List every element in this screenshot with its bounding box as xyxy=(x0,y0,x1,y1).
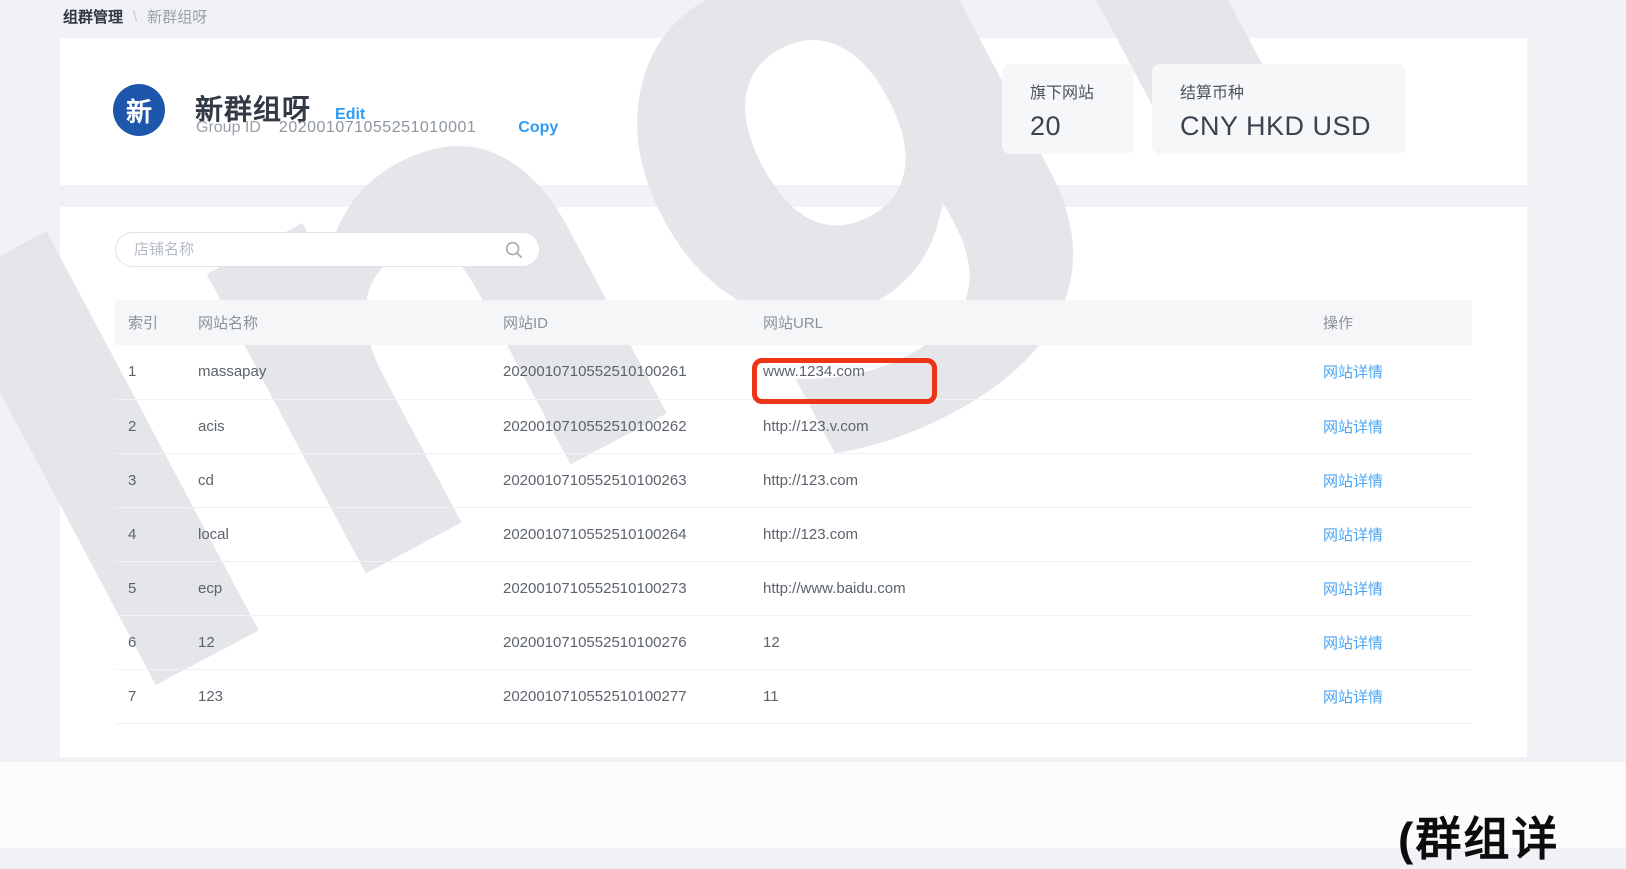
site-name-cell: ecp xyxy=(185,561,490,615)
site-url-cell: 12 xyxy=(750,615,1310,669)
breadcrumb: 组群管理 \ 新群组呀 xyxy=(63,6,207,27)
site-id-cell: 2020010710552510100263 xyxy=(490,453,750,507)
site-url-cell: www.1234.com xyxy=(750,345,1310,399)
site-name-cell: acis xyxy=(185,399,490,453)
stat-card-currencies: 结算币种 CNY HKD USD xyxy=(1152,64,1406,154)
group-avatar: 新 xyxy=(113,84,165,136)
table-row: 4local2020010710552510100264http://123.c… xyxy=(115,507,1472,561)
actions-cell: 网站详情 xyxy=(1310,669,1472,723)
stat-card-site-count: 旗下网站 20 xyxy=(1002,64,1134,154)
index-cell: 7 xyxy=(115,669,185,723)
col-header-actions: 操作 xyxy=(1310,300,1472,345)
site-detail-link[interactable]: 网站详情 xyxy=(1323,527,1383,544)
site-name-cell: 12 xyxy=(185,615,490,669)
group-id-value: 202001071055251010001 xyxy=(279,119,476,137)
table-row: 5ecp2020010710552510100273http://www.bai… xyxy=(115,561,1472,615)
actions-cell: 网站详情 xyxy=(1310,615,1472,669)
site-url-cell: http://123.com xyxy=(750,507,1310,561)
index-cell: 1 xyxy=(115,345,185,399)
site-id-cell: 2020010710552510100273 xyxy=(490,561,750,615)
site-name-cell: local xyxy=(185,507,490,561)
col-header-site-name: 网站名称 xyxy=(185,300,490,345)
stat-label: 结算币种 xyxy=(1180,79,1378,103)
site-id-cell: 2020010710552510100276 xyxy=(490,615,750,669)
site-name-cell: massapay xyxy=(185,345,490,399)
actions-cell: 网站详情 xyxy=(1310,345,1472,399)
col-header-site-id: 网站ID xyxy=(490,300,750,345)
site-id-cell: 2020010710552510100277 xyxy=(490,669,750,723)
table-row: 3cd2020010710552510100263http://123.com 网… xyxy=(115,453,1472,507)
stat-value: CNY HKD USD xyxy=(1180,111,1378,142)
actions-cell: 网站详情 xyxy=(1310,507,1472,561)
search-icon[interactable] xyxy=(503,239,525,261)
table-row: 7123202001071055251010027711 网站详情 xyxy=(115,669,1472,723)
site-id-cell: 2020010710552510100262 xyxy=(490,399,750,453)
index-cell: 3 xyxy=(115,453,185,507)
site-detail-link[interactable]: 网站详情 xyxy=(1323,473,1383,490)
breadcrumb-separator: \ xyxy=(133,8,137,25)
site-name-cell: 123 xyxy=(185,669,490,723)
table-row: 612202001071055251010027612网站详情 xyxy=(115,615,1472,669)
index-cell: 6 xyxy=(115,615,185,669)
site-name-cell: cd xyxy=(185,453,490,507)
site-detail-link[interactable]: 网站详情 xyxy=(1323,364,1383,381)
site-url-cell: 11 xyxy=(750,669,1310,723)
site-id-cell: 2020010710552510100264 xyxy=(490,507,750,561)
col-header-site-url: 网站URL xyxy=(750,300,1310,345)
site-detail-link[interactable]: 网站详情 xyxy=(1323,419,1383,436)
table-row: 1massapay2020010710552510100261www.1234.… xyxy=(115,345,1472,399)
site-url-cell: http://www.baidu.com xyxy=(750,561,1310,615)
site-detail-link[interactable]: 网站详情 xyxy=(1323,689,1383,706)
shop-name-search xyxy=(115,232,540,267)
actions-cell: 网站详情 xyxy=(1310,399,1472,453)
site-detail-link[interactable]: 网站详情 xyxy=(1323,581,1383,598)
breadcrumb-current: 新群组呀 xyxy=(147,6,207,27)
index-cell: 2 xyxy=(115,399,185,453)
table-header-row: 索引 网站名称 网站ID 网站URL 操作 xyxy=(115,300,1472,345)
site-url-cell: http://123.v.com xyxy=(750,399,1310,453)
group-id-label: Group ID xyxy=(196,119,261,137)
site-id-cell: 2020010710552510100261 xyxy=(490,345,750,399)
actions-cell: 网站详情 xyxy=(1310,453,1472,507)
site-table: 索引 网站名称 网站ID 网站URL 操作 1massapay202001071… xyxy=(115,300,1472,724)
stat-value: 20 xyxy=(1030,111,1106,142)
site-detail-link[interactable]: 网站详情 xyxy=(1323,635,1383,652)
col-header-index: 索引 xyxy=(115,300,185,345)
table-row: 2acis2020010710552510100262http://123.v.… xyxy=(115,399,1472,453)
copy-button[interactable]: Copy xyxy=(518,119,558,137)
breadcrumb-root[interactable]: 组群管理 xyxy=(63,6,123,27)
actions-cell: 网站详情 xyxy=(1310,561,1472,615)
stat-label: 旗下网站 xyxy=(1030,79,1106,103)
site-url-cell: http://123.com xyxy=(750,453,1310,507)
index-cell: 5 xyxy=(115,561,185,615)
index-cell: 4 xyxy=(115,507,185,561)
search-input[interactable] xyxy=(134,241,503,258)
bottom-clipped-text: (群组详 xyxy=(1398,803,1559,869)
